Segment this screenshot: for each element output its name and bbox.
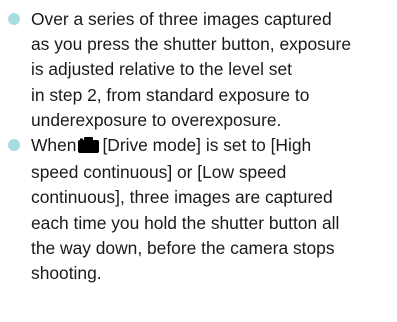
- text-line: as you press the shutter button, exposur…: [31, 34, 351, 55]
- bullet-list: Over a series of three images captured a…: [4, 7, 394, 286]
- text-line: continuous], three images are captured: [31, 187, 333, 208]
- text-segment: [Drive mode] is set to [High: [102, 135, 312, 156]
- text-line: each time you hold the shutter button al…: [31, 212, 340, 233]
- text-line: Over a series of three images captured: [31, 9, 332, 29]
- text-line: is adjusted relative to the level set: [31, 59, 293, 80]
- bullet-item-drive-mode: When [Drive mode] is set to [High speed c…: [4, 133, 394, 286]
- text-segment: When: [31, 135, 77, 156]
- text-line: speed continuous] or [Low speed: [31, 162, 287, 183]
- bullet-item-exposure-series: Over a series of three images captured a…: [4, 7, 394, 133]
- bullet-dot-icon: [8, 139, 20, 152]
- bullet-dot-icon: [8, 13, 20, 25]
- text-line: underexposure to overexposure.: [31, 109, 282, 130]
- camera-icon: [78, 135, 100, 160]
- text-line: the way down, before the camera stops: [31, 237, 335, 258]
- text-line-with-icon: When [Drive mode] is set to [High: [31, 133, 394, 160]
- text-line: shooting.: [31, 263, 102, 284]
- text-line: in step 2, from standard exposure to: [31, 84, 310, 105]
